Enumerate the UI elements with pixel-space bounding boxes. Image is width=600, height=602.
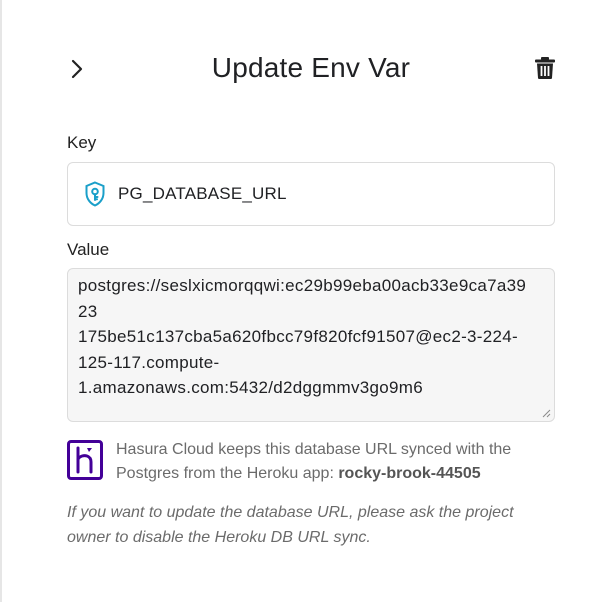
panel-left-border — [0, 0, 2, 602]
update-note: If you want to update the database URL, … — [67, 504, 514, 546]
page-title: Update Env Var — [211, 52, 411, 83]
trash-icon — [535, 57, 555, 79]
value-label: Value — [67, 240, 110, 259]
delete-button[interactable] — [530, 52, 560, 84]
heroku-app-name: rocky-brook-44505 — [338, 465, 481, 482]
heroku-sync-text: Hasura Cloud keeps this database URL syn… — [116, 438, 556, 486]
key-field: PG_DATABASE_URL — [67, 162, 555, 226]
value-textarea[interactable]: postgres://seslxicmorqqwi:ec29b99eba00ac… — [67, 268, 555, 422]
key-value: PG_DATABASE_URL — [118, 184, 287, 203]
value-line: postgres://seslxicmorqqwi:ec29b99eba00ac… — [78, 276, 527, 321]
value-line: 175be51c137cba5a620fbcc79f820fcf91507@ec… — [78, 327, 518, 346]
key-label: Key — [67, 133, 97, 152]
shield-key-icon — [84, 181, 108, 207]
value-line: 1.amazonaws.com:5432/d2dggmmv3go9m6 — [78, 378, 424, 397]
heroku-sync-info: Hasura Cloud keeps this database URL syn… — [67, 438, 555, 486]
value-line: 125-117.compute- — [78, 352, 220, 372]
resize-handle-icon[interactable] — [541, 408, 551, 418]
value-text: postgres://seslxicmorqqwi:ec29b99eba00ac… — [78, 273, 528, 401]
heroku-logo-icon — [67, 440, 103, 480]
panel-header: Update Env Var — [62, 44, 560, 94]
